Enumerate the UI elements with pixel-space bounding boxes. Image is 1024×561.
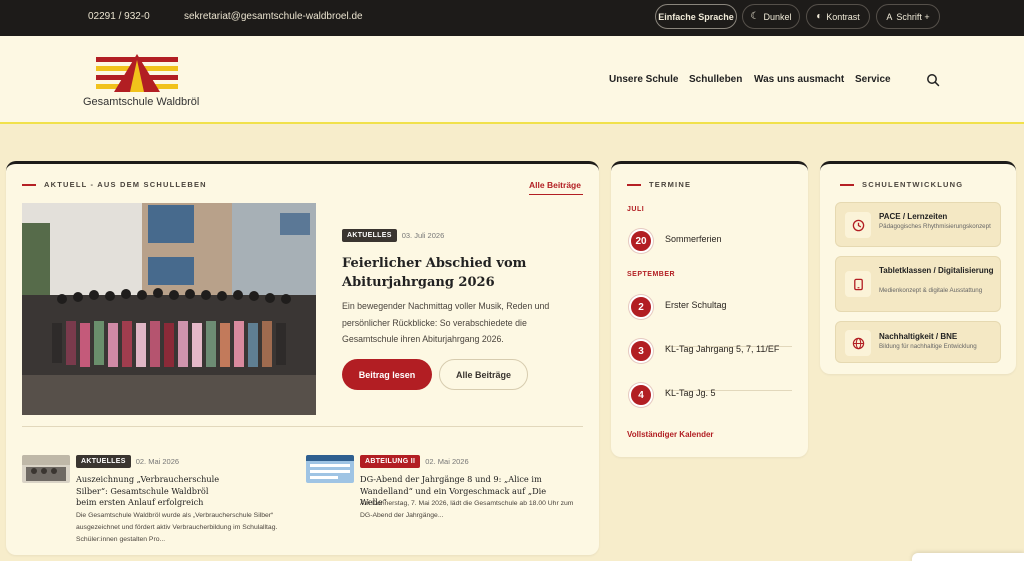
email-address[interactable]: sekretariat@gesamtschule-waldbroel.de: [184, 11, 363, 22]
nav-unsere-schule[interactable]: Unsere Schule: [609, 74, 678, 85]
news-thumb-1[interactable]: [22, 455, 70, 483]
news-meta-1: AKTUELLES 02. Mai 2026: [76, 455, 179, 468]
all-posts-button[interactable]: Alle Beiträge: [439, 359, 528, 390]
full-calendar-link[interactable]: Vollständiger Kalender: [627, 430, 714, 439]
contrast-icon: ◐: [816, 11, 823, 22]
featured-meta: AKTUELLES 03. Juli 2026: [342, 229, 444, 242]
all-posts-link[interactable]: Alle Beiträge: [529, 180, 583, 195]
news-excerpt-1: Die Gesamtschule Waldbröl wurde als „Ver…: [76, 512, 278, 543]
featured-photo[interactable]: [22, 203, 316, 415]
event-label-4: KL-Tag Jg. 5: [665, 388, 716, 398]
top-bar: 02291 / 932-0 sekretariat@gesamtschule-w…: [0, 0, 1024, 36]
event-item-3[interactable]: 3 KL-Tag Jahrgang 5, 7, 11/EF: [627, 339, 792, 391]
event-day-3: 3: [629, 339, 653, 363]
event-day-1: 20: [629, 229, 653, 253]
news-date-1: 02. Mai 2026: [135, 457, 180, 466]
graduation-photo: [22, 203, 316, 415]
card-pace[interactable]: PACE / Lernzeiten Pädagogisches Rhythmis…: [835, 202, 1001, 247]
news-thumb-2[interactable]: [306, 455, 354, 483]
month-label-september: SEPTEMBER: [627, 271, 676, 278]
event-day-4: 4: [629, 383, 653, 407]
event-item-4[interactable]: 4 KL-Tag Jg. 5: [627, 383, 792, 427]
logo-text: Gesamtschule Waldbröl: [83, 96, 200, 108]
nav-service[interactable]: Service: [855, 74, 891, 85]
featured-title[interactable]: Feierlicher Abschied vom Abiturjahrgang …: [342, 254, 572, 292]
event-label-3: KL-Tag Jahrgang 5, 7, 11/EF: [665, 344, 780, 354]
card-sustainability[interactable]: Nachhaltigkeit / BNE Bildung für nachhal…: [835, 321, 1001, 363]
news-badge-2[interactable]: ABTEILUNG II: [360, 455, 421, 468]
simple-language-button[interactable]: Einfache Sprache: [655, 4, 737, 29]
event-label-2: Erster Schultag: [665, 300, 727, 310]
nav-was-uns-ausmacht[interactable]: Was uns ausmacht: [754, 74, 844, 85]
featured-excerpt: Ein bewegender Nachmittag voller Musik, …: [342, 301, 550, 344]
featured-badge[interactable]: AKTUELLES: [342, 229, 397, 242]
card-subtitle-sustainability: Bildung für nachhaltige Entwicklung: [879, 343, 977, 350]
events-section-title: TERMINE: [627, 180, 691, 189]
font-size-button[interactable]: A Schrift +: [876, 4, 940, 29]
month-label-july: JULI: [627, 206, 645, 213]
read-post-button[interactable]: Beitrag lesen: [342, 359, 432, 390]
search-icon[interactable]: [926, 73, 940, 87]
card-title-tablet: Tabletklassen / Digitalisierung: [879, 266, 994, 275]
tablet-icon: [845, 271, 871, 297]
featured-date: 03. Juli 2026: [401, 231, 445, 240]
font-size-label: Schrift +: [896, 11, 930, 22]
phone-number[interactable]: 02291 / 932-0: [88, 11, 150, 22]
development-section-title: SCHULENTWICKLUNG: [840, 180, 963, 189]
card-title-sustainability: Nachhaltigkeit / BNE: [879, 332, 958, 341]
dark-mode-label: Dunkel: [763, 11, 792, 22]
school-development-panel: SCHULENTWICKLUNG PACE / Lernzeiten Pädag…: [820, 161, 1016, 374]
moon-icon: ☾: [750, 11, 760, 22]
news-panel: AKTUELL - AUS DEM SCHULLEBEN Alle Beiträ…: [6, 161, 599, 555]
title-dash: [627, 183, 641, 186]
floating-widget[interactable]: [912, 553, 1024, 561]
globe-icon: [845, 330, 871, 356]
contrast-label: Kontrast: [826, 11, 860, 22]
news-excerpt-2: Am Donnerstag, 7. Mai 2026, lädt die Ges…: [360, 500, 574, 519]
news-badge-1[interactable]: AKTUELLES: [76, 455, 131, 468]
event-item-1[interactable]: 20 Sommerferien: [627, 229, 792, 264]
card-subtitle-tablet: Medienkonzept & digitale Ausstattung: [879, 287, 983, 294]
title-dash: [22, 183, 36, 186]
news-thumb-image-1: [22, 455, 70, 483]
clock-icon: [845, 212, 871, 238]
card-title-pace: PACE / Lernzeiten: [879, 212, 948, 221]
news-meta-2: ABTEILUNG II 02. Mai 2026: [360, 455, 469, 468]
card-tablet[interactable]: Tabletklassen / Digitalisierung Medienko…: [835, 256, 1001, 312]
card-subtitle-pace: Pädagogisches Rhythmisierungskonzept: [879, 223, 991, 230]
event-label-1: Sommerferien: [665, 234, 722, 244]
news-thumb-image-2: [306, 455, 354, 483]
nav-schulleben[interactable]: Schulleben: [689, 74, 742, 85]
news-date-2: 02. Mai 2026: [425, 457, 469, 466]
development-section-label: SCHULENTWICKLUNG: [862, 180, 964, 189]
events-panel: TERMINE JULI 20 Sommerferien SEPTEMBER 2…: [611, 161, 808, 457]
news-title-1[interactable]: Auszeichnung „Verbraucherschule Silber“:…: [76, 474, 228, 509]
simple-language-label: Einfache Sprache: [658, 11, 734, 22]
event-item-2[interactable]: 2 Erster Schultag: [627, 295, 792, 347]
site-header: Gesamtschule Waldbröl Unsere Schule Schu…: [0, 36, 1024, 124]
dark-mode-button[interactable]: ☾ Dunkel: [742, 4, 800, 29]
font-icon: A: [886, 11, 893, 22]
logo-mark: [96, 54, 178, 92]
news-section-label: AKTUELL - AUS DEM SCHULLEBEN: [44, 180, 207, 189]
title-dash: [840, 183, 854, 186]
events-section-label: TERMINE: [649, 180, 692, 189]
news-section-title: AKTUELL - AUS DEM SCHULLEBEN: [22, 180, 207, 189]
event-day-2: 2: [629, 295, 653, 319]
news-divider: [22, 426, 583, 427]
contrast-button[interactable]: ◐ Kontrast: [806, 4, 870, 29]
